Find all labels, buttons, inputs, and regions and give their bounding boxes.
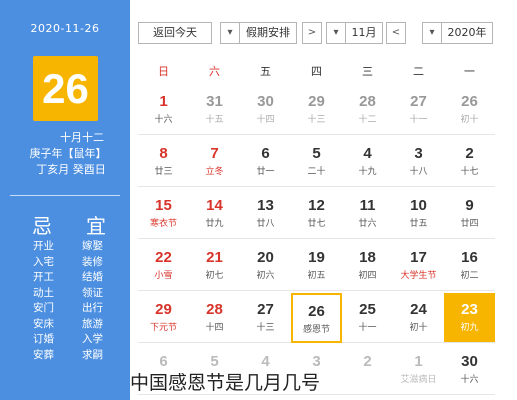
suitable-heading: 宜: [86, 214, 108, 238]
date-detail-panel: 2020-11-26 26 十月十二 庚子年【鼠年】 丁亥月 癸酉日 忌 宜 开…: [0, 0, 130, 400]
avoid-item: 开工: [33, 271, 54, 283]
ganzhi-month-day: 丁亥月 癸酉日: [36, 163, 106, 176]
caption-text: 中国感恩节是几月几号: [130, 372, 321, 394]
today-cell[interactable]: 26 感恩节: [291, 293, 342, 343]
weekday-header: 日: [158, 65, 169, 78]
day-cell[interactable]: 3 十八: [393, 137, 444, 187]
day-cell[interactable]: 27 十一: [393, 85, 444, 135]
weekday-header: 四: [311, 65, 322, 78]
day-cell[interactable]: 10 廿五: [393, 189, 444, 239]
day-cell[interactable]: 25 十一: [342, 293, 393, 343]
day-cell[interactable]: 19 初五: [291, 241, 342, 291]
day-cell[interactable]: 29 下元节: [138, 293, 189, 343]
avoid-item: 入宅: [33, 255, 54, 268]
day-cell[interactable]: 2: [342, 345, 393, 395]
suitable-list: 嫁娶 装修 结婚 领证 出行 旅游 入学 求嗣: [82, 239, 103, 363]
day-cell[interactable]: 28 十二: [342, 85, 393, 135]
day-cell[interactable]: 1 十六: [138, 85, 189, 135]
day-cell[interactable]: 6 廿一: [240, 137, 291, 187]
day-cell[interactable]: 5 二十: [291, 137, 342, 187]
day-cell[interactable]: 4 十九: [342, 137, 393, 187]
day-cell[interactable]: 22 小雪: [138, 241, 189, 291]
ganzhi-year: 庚子年【鼠年】: [29, 147, 107, 160]
day-cell[interactable]: 1 艾滋病日: [393, 345, 444, 395]
weekday-header: 五: [260, 65, 271, 78]
month-dropdown-icon[interactable]: ▾: [326, 22, 346, 44]
return-today-button[interactable]: 返回今天: [138, 22, 212, 44]
day-cell[interactable]: 15 寒衣节: [138, 189, 189, 239]
day-cell[interactable]: 24 初十: [393, 293, 444, 343]
avoid-heading: 忌: [32, 214, 54, 238]
avoid-list: 开业 入宅 开工 动土 安门 安床 订婚 安葬: [33, 239, 54, 363]
suitable-item: 装修: [82, 255, 103, 268]
big-day-number: 26: [33, 56, 98, 121]
day-cell[interactable]: 29 十三: [291, 85, 342, 135]
day-cell[interactable]: 11 廿六: [342, 189, 393, 239]
lunar-info: 十月十二 庚子年【鼠年】 丁亥月 癸酉日: [0, 130, 130, 178]
avoid-item: 安门: [33, 302, 54, 314]
avoid-item: 安床: [33, 317, 54, 330]
suitable-item: 出行: [82, 302, 103, 314]
weekday-header: 一: [464, 65, 475, 78]
holiday-select[interactable]: 假期安排: [239, 22, 297, 44]
year-select[interactable]: 2020年: [441, 22, 493, 44]
day-cell[interactable]: 9 廿四: [444, 189, 495, 239]
year-dropdown-icon[interactable]: ▾: [422, 22, 442, 44]
selected-date: 2020-11-26: [30, 22, 100, 35]
avoid-item: 订婚: [33, 333, 54, 345]
weekday-header: 二: [413, 65, 424, 78]
weekday-header: 三: [362, 65, 373, 78]
day-cell[interactable]: 13 廿八: [240, 189, 291, 239]
prev-month-icon[interactable]: <: [386, 22, 406, 44]
avoid-item: 动土: [33, 286, 54, 299]
suitable-item: 旅游: [82, 317, 103, 330]
selected-day-cell[interactable]: 23 初九: [444, 293, 495, 343]
day-cell[interactable]: 27 十三: [240, 293, 291, 343]
suitable-item: 领证: [82, 286, 103, 299]
day-cell[interactable]: 17 大学生节: [393, 241, 444, 291]
month-select[interactable]: 11月: [345, 22, 383, 44]
day-cell[interactable]: 20 初六: [240, 241, 291, 291]
avoid-item: 安葬: [33, 348, 54, 361]
day-cell[interactable]: 30 十四: [240, 85, 291, 135]
day-cell[interactable]: 28 十四: [189, 293, 240, 343]
day-cell[interactable]: 2 十七: [444, 137, 495, 187]
day-cell[interactable]: 26 初十: [444, 85, 495, 135]
suitable-item: 结婚: [82, 271, 103, 283]
day-cell[interactable]: 21 初七: [189, 241, 240, 291]
suitable-item: 嫁娶: [82, 240, 103, 252]
day-cell[interactable]: 31 十五: [189, 85, 240, 135]
avoid-item: 开业: [33, 240, 54, 252]
day-cell[interactable]: 14 廿九: [189, 189, 240, 239]
day-cell[interactable]: 30 十六: [444, 345, 495, 395]
holiday-dropdown-icon[interactable]: ▾: [220, 22, 240, 44]
divider: [10, 195, 120, 196]
day-cell[interactable]: 12 廿七: [291, 189, 342, 239]
lunar-date: 十月十二: [60, 131, 104, 144]
weekday-header: 六: [209, 65, 220, 78]
suitable-item: 求嗣: [82, 348, 103, 361]
next-month-icon[interactable]: >: [302, 22, 322, 44]
day-cell[interactable]: 7 立冬: [189, 137, 240, 187]
day-cell[interactable]: 16 初二: [444, 241, 495, 291]
day-cell[interactable]: 8 廿三: [138, 137, 189, 187]
suitable-item: 入学: [82, 333, 103, 345]
day-cell[interactable]: 18 初四: [342, 241, 393, 291]
